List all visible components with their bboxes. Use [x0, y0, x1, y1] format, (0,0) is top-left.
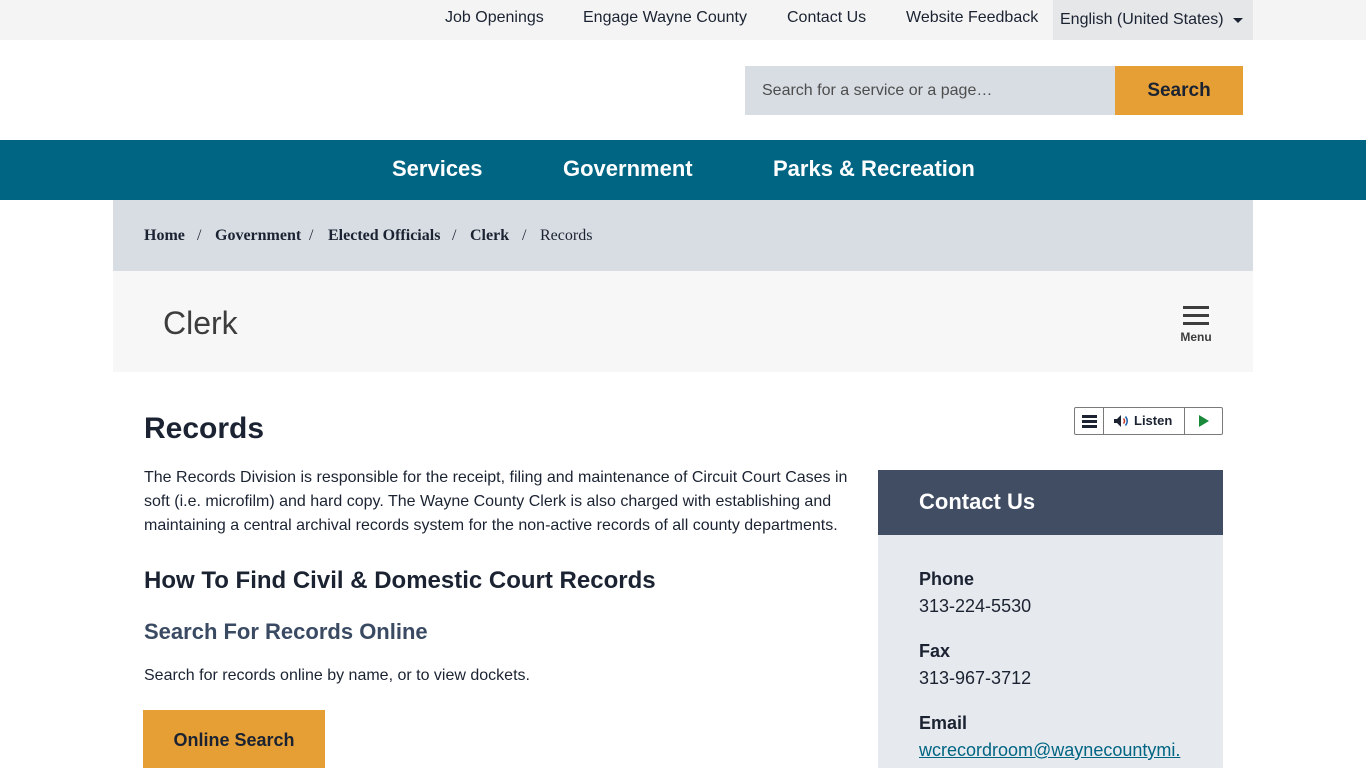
breadcrumb: Home / Government / Elected Officials / …	[113, 200, 1253, 271]
intro-paragraph: The Records Division is responsible for …	[144, 469, 848, 534]
department-header: Clerk Menu	[113, 271, 1253, 372]
online-search-button[interactable]: Online Search	[143, 710, 325, 768]
utility-link-engage[interactable]: Engage Wayne County	[583, 0, 747, 36]
breadcrumb-elected-officials[interactable]: Elected Officials	[328, 227, 440, 245]
listen-menu-button[interactable]	[1075, 408, 1104, 434]
menu-label: Menu	[1180, 330, 1212, 344]
breadcrumb-clerk[interactable]: Clerk	[470, 227, 509, 245]
email-link[interactable]: wcrecordroom@waynecountymi.	[919, 740, 1180, 761]
listen-button[interactable]: Listen	[1104, 408, 1185, 434]
breadcrumb-home[interactable]: Home	[144, 227, 185, 245]
nav-item-parks-recreation[interactable]: Parks & Recreation	[773, 140, 975, 200]
utility-bar: Job Openings Engage Wayne County Contact…	[0, 0, 1366, 40]
phone-label: Phone	[919, 569, 975, 589]
fax-value: 313-967-3712	[919, 668, 1032, 688]
listen-label: Listen	[1134, 413, 1173, 428]
hamburger-menu-icon	[1183, 322, 1209, 325]
nav-item-services[interactable]: Services	[392, 140, 483, 200]
email-label: Email	[919, 713, 968, 733]
hamburger-menu-icon	[1183, 306, 1209, 309]
language-select[interactable]: English (United States)	[1053, 0, 1253, 40]
utility-link-website-feedback[interactable]: Website Feedback	[906, 0, 1038, 36]
breadcrumb-separator: /	[309, 227, 314, 244]
contact-title: Contact Us	[919, 489, 1036, 514]
breadcrumb-separator: /	[452, 227, 457, 244]
breadcrumb-separator: /	[197, 227, 202, 244]
caret-down-icon	[1233, 18, 1243, 23]
play-icon	[1199, 415, 1209, 427]
section-description: Search for records online by name, or to…	[144, 667, 530, 684]
language-select-value: English (United States)	[1060, 11, 1224, 28]
nav-item-government[interactable]: Government	[563, 140, 693, 200]
listen-widget: Listen	[1074, 407, 1223, 435]
main-nav: Services Government Parks & Recreation	[0, 140, 1366, 200]
utility-link-contact-us[interactable]: Contact Us	[787, 0, 866, 36]
section-heading: How To Find Civil & Domestic Court Recor…	[144, 567, 656, 594]
department-menu-button[interactable]: Menu	[1175, 304, 1217, 344]
list-icon	[1082, 425, 1097, 428]
department-title[interactable]: Clerk	[163, 305, 238, 342]
contact-sidebar: Contact Us Phone 313-224-5530 Fax 313-96…	[878, 470, 1223, 768]
search-button[interactable]: Search	[1115, 66, 1243, 115]
breadcrumb-government[interactable]: Government	[215, 227, 301, 245]
list-icon	[1082, 420, 1097, 423]
speaker-icon	[1114, 415, 1128, 427]
phone-value: 313-224-5530	[919, 596, 1032, 616]
utility-link-job-openings[interactable]: Job Openings	[445, 0, 544, 36]
breadcrumb-current: Records	[540, 227, 593, 244]
listen-play-button[interactable]	[1185, 408, 1222, 434]
breadcrumb-separator: /	[522, 227, 527, 244]
hamburger-menu-icon	[1183, 314, 1209, 317]
section-subheading: Search For Records Online	[144, 619, 428, 644]
list-icon	[1082, 415, 1097, 418]
fax-label: Fax	[919, 641, 951, 661]
contact-header: Contact Us	[878, 470, 1223, 535]
search-input[interactable]	[745, 66, 1115, 115]
page-title: Records	[144, 412, 265, 445]
